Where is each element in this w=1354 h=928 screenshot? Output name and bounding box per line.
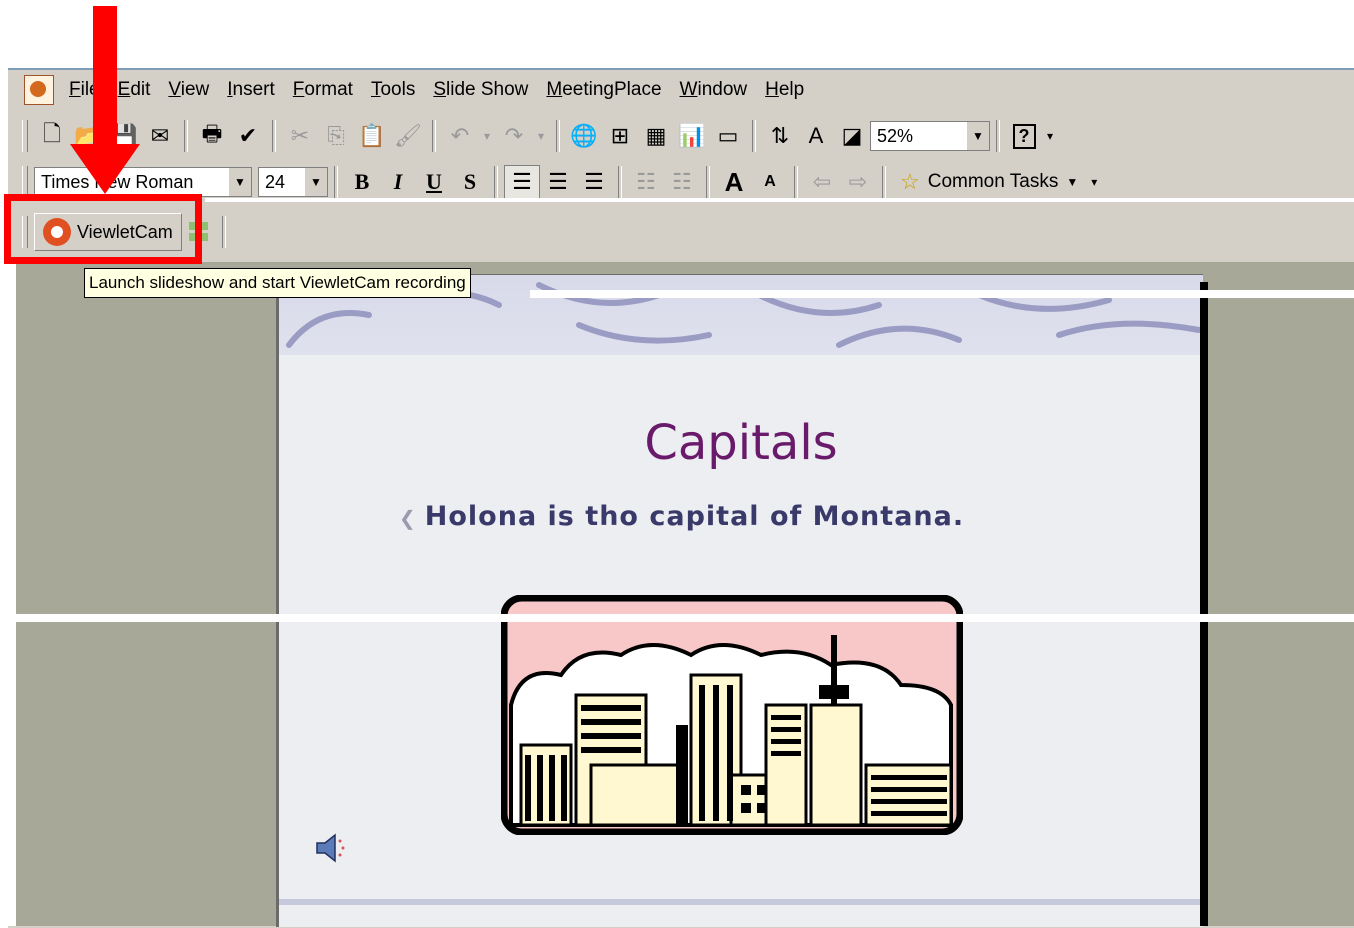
- toolbar-options-icon[interactable]: ▾: [1086, 165, 1102, 199]
- toolbar-grip[interactable]: [22, 120, 28, 152]
- font-size-value: 24: [265, 171, 286, 192]
- slide-bullet-text[interactable]: Holona is tho capital of Montana.: [399, 501, 964, 532]
- menu-view[interactable]: View: [159, 79, 218, 101]
- email-icon[interactable]: ✉: [142, 119, 178, 153]
- toolbar-separator: [618, 166, 622, 198]
- menu-tools[interactable]: Tools: [362, 79, 424, 101]
- demote-icon[interactable]: ⇨: [840, 165, 876, 199]
- annotation-arrow-head: [70, 144, 140, 194]
- city-skyline-clipart[interactable]: [501, 595, 963, 835]
- toolbar-separator: [882, 166, 886, 198]
- chevron-down-icon[interactable]: ▼: [967, 122, 989, 150]
- cut-icon[interactable]: ✂: [282, 119, 318, 153]
- toolbar-separator: [334, 166, 338, 198]
- bullets-icon[interactable]: ☷: [664, 165, 700, 199]
- annotation-highlight-box: [4, 194, 202, 264]
- menu-meetingplace[interactable]: MeetingPlace: [537, 79, 670, 101]
- print-icon[interactable]: 🖶: [194, 119, 230, 153]
- outline-pane: [8, 262, 16, 926]
- capture-band: [530, 290, 1354, 298]
- capture-band: [205, 198, 1354, 202]
- chevron-down-icon[interactable]: ▼: [229, 168, 251, 196]
- copy-icon[interactable]: ⎘: [318, 119, 354, 153]
- increase-font-size-icon[interactable]: A: [716, 165, 752, 199]
- promote-icon[interactable]: ⇦: [804, 165, 840, 199]
- show-formatting-icon[interactable]: A: [798, 119, 834, 153]
- menu-bar: File Edit View Insert Format Tools Slide…: [8, 70, 1354, 110]
- toolbar-separator: [706, 166, 710, 198]
- expand-all-icon[interactable]: ⇅: [762, 119, 798, 153]
- menu-insert[interactable]: Insert: [218, 79, 284, 101]
- align-center-icon[interactable]: ☰: [540, 165, 576, 199]
- menu-window[interactable]: Window: [671, 79, 757, 101]
- powerpoint-icon[interactable]: [24, 75, 54, 105]
- toolbar-separator: [184, 120, 188, 152]
- undo-dropdown-icon[interactable]: ▾: [478, 119, 496, 153]
- menu-format[interactable]: Format: [284, 79, 362, 101]
- slide-canvas[interactable]: Capitals Holona is tho capital of Montan…: [276, 274, 1203, 927]
- toolbar-separator: [556, 120, 560, 152]
- common-tasks-label: Common Tasks: [927, 171, 1059, 192]
- redo-dropdown-icon[interactable]: ▾: [532, 119, 550, 153]
- common-tasks-button[interactable]: ☆ Common Tasks ▼: [892, 169, 1086, 195]
- bold-button[interactable]: B: [344, 165, 380, 199]
- toolbar-separator: [221, 216, 226, 248]
- toolbar-separator: [272, 120, 276, 152]
- slide-shadow: [1200, 282, 1208, 926]
- numbering-icon[interactable]: ☷: [628, 165, 664, 199]
- paste-icon[interactable]: 📋: [354, 119, 390, 153]
- font-size-select[interactable]: 24 ▼: [258, 167, 328, 197]
- annotation-arrow-shaft: [93, 6, 117, 146]
- standard-toolbar: 🗋 📂 💾 ✉ 🖶 ✔ ✂ ⎘ 📋 🖌 ↶ ▾ ↷ ▾ 🌐 ⊞ ▦ 📊 ▭ ⇅ …: [8, 114, 1354, 158]
- toolbar-separator: [494, 166, 498, 198]
- underline-button[interactable]: U: [416, 165, 452, 199]
- new-document-icon[interactable]: 🗋: [34, 119, 70, 153]
- menu-slide-show[interactable]: Slide Show: [424, 79, 537, 101]
- shadow-button[interactable]: S: [452, 165, 488, 199]
- toolbar-separator: [752, 120, 756, 152]
- font-name-select[interactable]: Times New Roman ▼: [34, 167, 252, 197]
- hyperlink-icon[interactable]: 🌐: [566, 119, 602, 153]
- grayscale-icon[interactable]: ◪: [834, 119, 870, 153]
- insert-chart-icon[interactable]: 📊: [674, 119, 710, 153]
- star-icon: ☆: [900, 169, 920, 194]
- insert-table-icon[interactable]: ▦: [638, 119, 674, 153]
- slide-title[interactable]: Capitals: [279, 415, 1203, 471]
- redo-icon[interactable]: ↷: [496, 119, 532, 153]
- chevron-down-icon[interactable]: ▼: [305, 168, 327, 196]
- spelling-icon[interactable]: ✔: [230, 119, 266, 153]
- toolbar-separator: [794, 166, 798, 198]
- format-painter-icon[interactable]: 🖌: [390, 119, 426, 153]
- new-slide-icon[interactable]: ▭: [710, 119, 746, 153]
- toolbar-options-icon[interactable]: ▾: [1042, 119, 1058, 153]
- help-icon[interactable]: ?: [1006, 119, 1042, 153]
- slide-footer-decoration: [279, 899, 1203, 905]
- capture-band: [0, 614, 1354, 622]
- help-glyph: ?: [1012, 123, 1036, 149]
- zoom-select[interactable]: 52% ▼: [870, 121, 990, 151]
- decrease-font-size-icon[interactable]: A: [752, 165, 788, 199]
- viewletcam-tooltip: Launch slideshow and start ViewletCam re…: [84, 268, 471, 298]
- menu-help[interactable]: Help: [756, 79, 813, 101]
- speaker-icon[interactable]: [315, 833, 349, 863]
- toolbar-separator: [432, 120, 436, 152]
- viewletcam-toolbar: ViewletCam: [8, 208, 1354, 256]
- undo-icon[interactable]: ↶: [442, 119, 478, 153]
- zoom-value: 52%: [877, 125, 914, 146]
- italic-button[interactable]: I: [380, 165, 416, 199]
- align-right-icon[interactable]: ☰: [576, 165, 612, 199]
- tables-borders-icon[interactable]: ⊞: [602, 119, 638, 153]
- slide-workspace: Capitals Holona is tho capital of Montan…: [8, 262, 1354, 927]
- chevron-down-icon: ▼: [1066, 175, 1079, 189]
- align-left-icon[interactable]: ☰: [504, 165, 540, 199]
- toolbar-separator: [996, 120, 1000, 152]
